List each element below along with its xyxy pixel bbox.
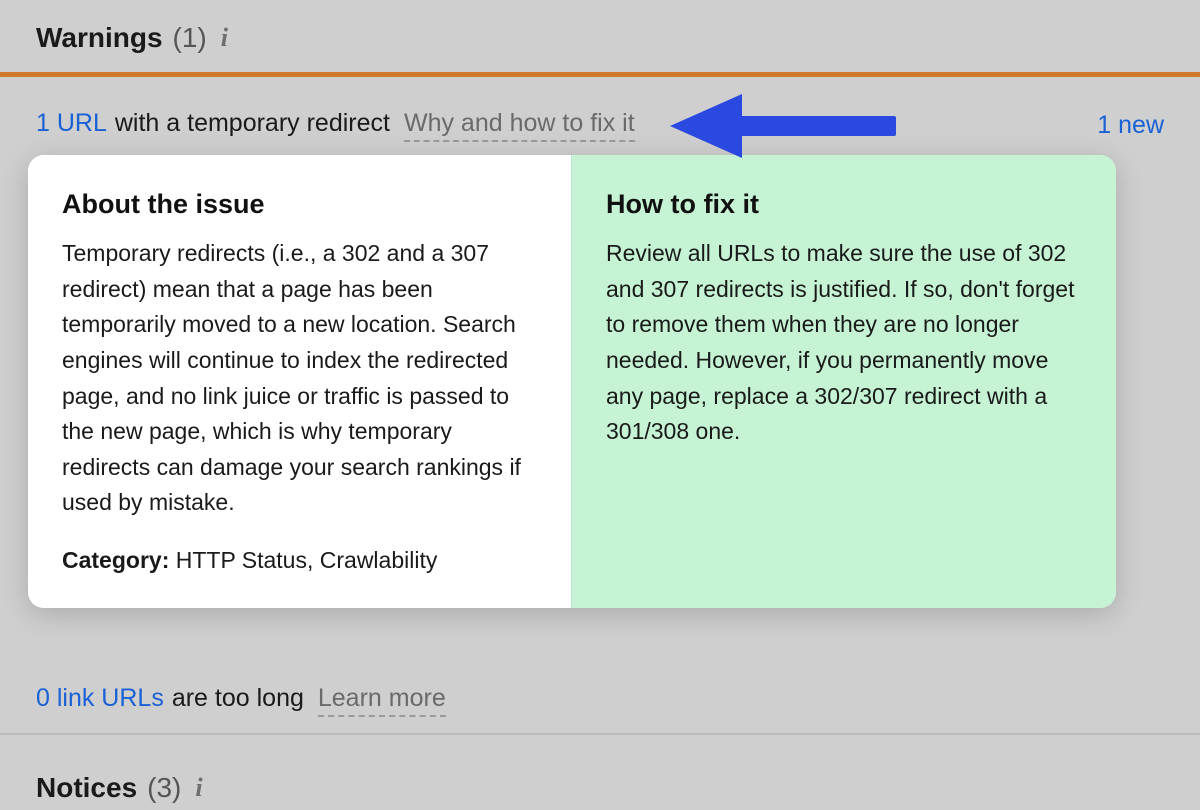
tooltip-fix-body: Review all URLs to make sure the use of …: [606, 236, 1080, 450]
learn-more-link[interactable]: Learn more: [318, 684, 446, 717]
tooltip-about-body: Temporary redirects (i.e., a 302 and a 3…: [62, 236, 535, 521]
tooltip-fix-panel: How to fix it Review all URLs to make su…: [572, 155, 1116, 608]
tooltip-category-value: HTTP Status, Crawlability: [169, 547, 437, 573]
tooltip-fix-heading: How to fix it: [606, 189, 1080, 220]
issue-new-badge[interactable]: 1 new: [1097, 111, 1164, 140]
tooltip-about-panel: About the issue Temporary redirects (i.e…: [28, 155, 572, 608]
tooltip-category: Category: HTTP Status, Crawlability: [62, 547, 535, 574]
tooltip-category-label: Category:: [62, 547, 169, 573]
issue-url-count-link[interactable]: 0 link URLs: [36, 684, 164, 713]
issue-help-tooltip: About the issue Temporary redirects (i.e…: [28, 155, 1116, 608]
info-icon[interactable]: i: [221, 23, 228, 53]
issue-description: are too long: [172, 684, 304, 713]
warnings-count: (1): [173, 22, 207, 54]
notices-header: Notices (3) i: [0, 756, 1200, 804]
issue-row-left: 1 URL with a temporary redirect Why and …: [36, 109, 635, 142]
info-icon[interactable]: i: [195, 773, 202, 803]
issue-url-count-link[interactable]: 1 URL: [36, 109, 107, 138]
issue-description: with a temporary redirect: [115, 109, 390, 138]
issue-row-link-urls-long: 0 link URLs are too long Learn more: [0, 668, 1200, 735]
why-and-how-link[interactable]: Why and how to fix it: [404, 109, 635, 142]
notices-title: Notices: [36, 772, 137, 804]
warnings-title: Warnings: [36, 22, 163, 54]
tooltip-about-heading: About the issue: [62, 189, 535, 220]
issue-row-temporary-redirect: 1 URL with a temporary redirect Why and …: [0, 77, 1200, 152]
notices-count: (3): [147, 772, 181, 804]
warnings-header: Warnings (1) i: [0, 0, 1200, 72]
